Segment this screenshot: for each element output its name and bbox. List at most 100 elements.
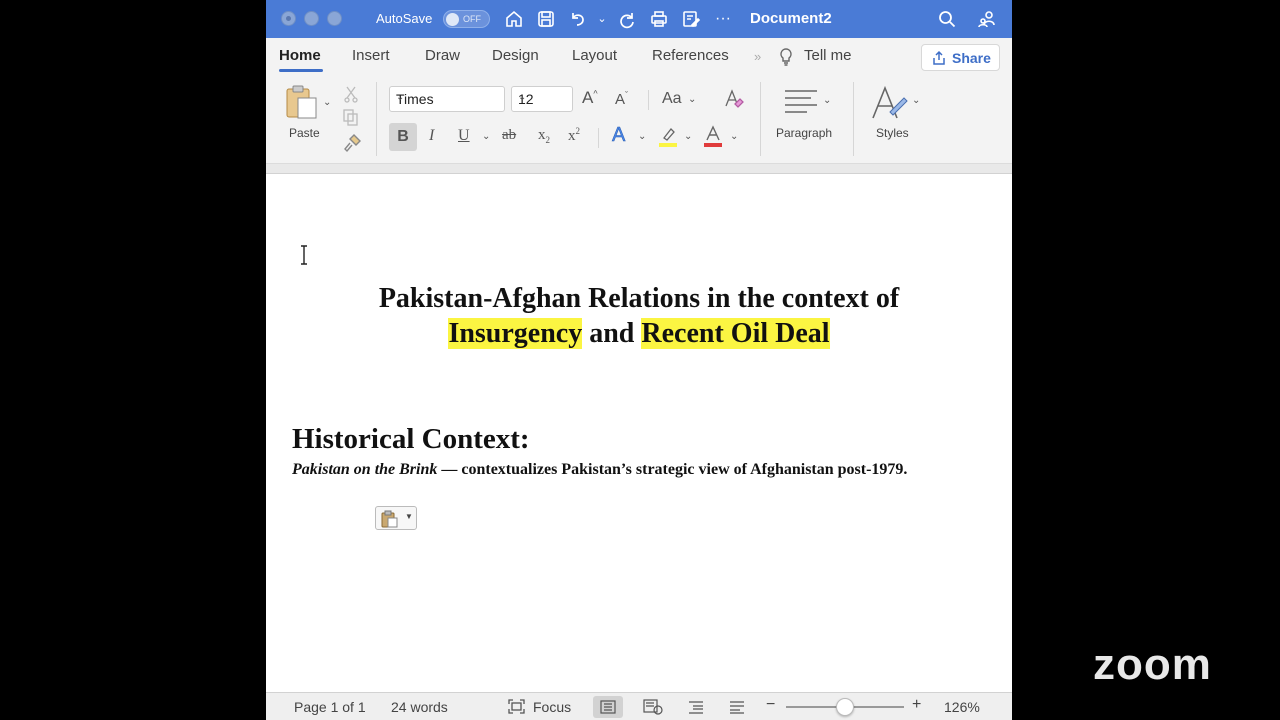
print-layout-icon <box>600 700 616 714</box>
word-count[interactable]: 24 words <box>391 699 448 715</box>
font-size-dropdown[interactable]: 12 ⌄ <box>511 86 573 112</box>
superscript-button[interactable]: x2 <box>568 126 580 145</box>
web-layout-icon <box>643 699 663 715</box>
toggle-knob <box>446 13 459 26</box>
shrink-font-icon[interactable]: Aˇ <box>615 90 628 108</box>
print-icon[interactable] <box>646 6 672 32</box>
autosave-state: OFF <box>463 14 481 24</box>
draft-view-button[interactable] <box>722 696 752 718</box>
em-dash: — <box>441 461 458 478</box>
save-icon[interactable] <box>533 6 559 32</box>
minimize-window-button[interactable] <box>304 11 319 26</box>
focus-icon[interactable] <box>508 699 525 714</box>
autosave-toggle[interactable]: OFF <box>443 10 490 28</box>
italic-button[interactable]: I <box>429 127 434 145</box>
tab-layout[interactable]: Layout <box>572 47 617 64</box>
zoom-out-button[interactable]: − <box>766 696 775 714</box>
page-count[interactable]: Page 1 of 1 <box>294 699 366 715</box>
search-icon[interactable] <box>934 6 960 32</box>
document-page[interactable]: Pakistan-Afghan Relations in the context… <box>266 175 1012 692</box>
tab-references[interactable]: References <box>652 47 729 64</box>
zoom-window-button[interactable] <box>327 11 342 26</box>
autosave-label: AutoSave <box>376 11 433 26</box>
share-icon <box>933 50 945 65</box>
paragraph-text: contextualizes Pakistan’s strategic view… <box>461 461 908 478</box>
edit-document-icon[interactable] <box>678 6 704 32</box>
more-tabs-chevron-icon[interactable]: » <box>754 49 761 64</box>
title-bar: AutoSave OFF ⌄ ··· Document2 <box>266 0 1012 38</box>
undo-icon[interactable] <box>565 6 591 32</box>
bold-button[interactable]: B <box>389 123 417 151</box>
copy-icon[interactable] <box>342 108 360 126</box>
grow-font-icon[interactable]: A^ <box>582 88 598 108</box>
tab-home[interactable]: Home <box>279 47 321 64</box>
styles-chevron-down-icon[interactable]: ⌄ <box>912 95 920 106</box>
tab-insert[interactable]: Insert <box>352 47 390 64</box>
home-ribbon: ⌄ Paste Times ⌄ 12 ⌄ A^ Aˇ Aa ⌄ B I U ⌄ … <box>266 76 1012 164</box>
change-case-button[interactable]: Aa <box>662 90 682 108</box>
font-color-icon[interactable] <box>703 125 723 148</box>
body-paragraph: Pakistan on the Brink — contextualizes P… <box>292 459 932 480</box>
underline-chevron-down-icon[interactable]: ⌄ <box>482 131 490 142</box>
subscript-button[interactable]: x2 <box>538 127 550 145</box>
zoom-in-button[interactable]: + <box>912 696 921 714</box>
account-icon[interactable] <box>974 6 1000 32</box>
zoom-watermark: zoom <box>1093 640 1212 689</box>
tab-draw[interactable]: Draw <box>425 47 460 64</box>
share-button[interactable]: Share <box>921 44 1000 71</box>
paragraph-chevron-down-icon[interactable]: ⌄ <box>823 95 831 106</box>
outline-view-button[interactable] <box>681 696 711 718</box>
format-painter-icon[interactable] <box>342 133 362 153</box>
strikethrough-button[interactable]: ab <box>502 127 516 144</box>
underline-button[interactable]: U <box>458 127 470 145</box>
cut-icon[interactable] <box>343 85 359 103</box>
text-effects-chevron-down-icon[interactable]: ⌄ <box>638 131 646 142</box>
styles-label: Styles <box>876 126 909 140</box>
ribbon-separator <box>648 90 649 110</box>
text-effects-icon[interactable]: A <box>612 124 626 147</box>
word-window: AutoSave OFF ⌄ ··· Document2 Home Insert… <box>266 0 1012 720</box>
status-bar: Page 1 of 1 24 words Focus − + 126% <box>266 692 1012 720</box>
ribbon-separator <box>760 82 761 156</box>
paste-options-clipboard-icon <box>381 510 398 528</box>
highlighter-icon[interactable] <box>658 126 678 148</box>
active-tab-indicator <box>279 69 323 72</box>
home-icon[interactable] <box>501 6 527 32</box>
historical-context-heading: Historical Context: <box>292 423 530 455</box>
clear-formatting-icon[interactable] <box>723 88 745 110</box>
ribbon-tabs: Home Insert Draw Design Layout Reference… <box>266 38 1012 76</box>
highlight-oil-deal: Recent Oil Deal <box>641 318 830 349</box>
ribbon-separator <box>853 82 854 156</box>
tell-me-search[interactable]: Tell me <box>804 47 852 64</box>
draft-icon <box>730 701 744 714</box>
focus-button[interactable]: Focus <box>533 699 571 715</box>
paste-label: Paste <box>289 126 320 140</box>
paragraph-icon[interactable] <box>783 88 819 116</box>
chevron-down-icon: ⌄ <box>518 92 527 103</box>
undo-chevron-down-icon[interactable]: ⌄ <box>589 6 615 32</box>
paragraph-label: Paragraph <box>776 126 833 140</box>
styles-icon[interactable] <box>870 84 910 122</box>
highlighter-chevron-down-icon[interactable]: ⌄ <box>684 131 692 142</box>
font-color-chevron-down-icon[interactable]: ⌄ <box>730 131 738 142</box>
text-cursor-icon <box>301 245 307 265</box>
more-options-icon[interactable]: ··· <box>710 6 736 32</box>
document-title: Document2 <box>750 10 832 27</box>
zoom-level[interactable]: 126% <box>944 699 980 715</box>
zoom-slider-knob[interactable] <box>836 698 854 716</box>
close-window-button[interactable] <box>281 11 296 26</box>
paste-chevron-down-icon[interactable]: ⌄ <box>323 97 331 108</box>
paste-icon[interactable] <box>285 84 319 120</box>
document-title-line-1: Pakistan-Afghan Relations in the context… <box>378 283 900 314</box>
tab-design[interactable]: Design <box>492 47 539 64</box>
book-title: Pakistan on the Brink <box>292 461 438 478</box>
font-name-dropdown[interactable]: Times ⌄ <box>389 86 505 112</box>
change-case-chevron-down-icon[interactable]: ⌄ <box>688 94 696 105</box>
document-title-line-2: Insurgency and Recent Oil Deal <box>266 318 1012 350</box>
print-layout-view-button[interactable] <box>593 696 623 718</box>
chevron-down-icon: ⌄ <box>396 92 405 103</box>
redo-icon[interactable] <box>614 6 640 32</box>
web-layout-view-button[interactable] <box>638 696 668 718</box>
ribbon-separator <box>598 128 599 148</box>
paste-options-button[interactable]: ▼ <box>375 506 417 530</box>
